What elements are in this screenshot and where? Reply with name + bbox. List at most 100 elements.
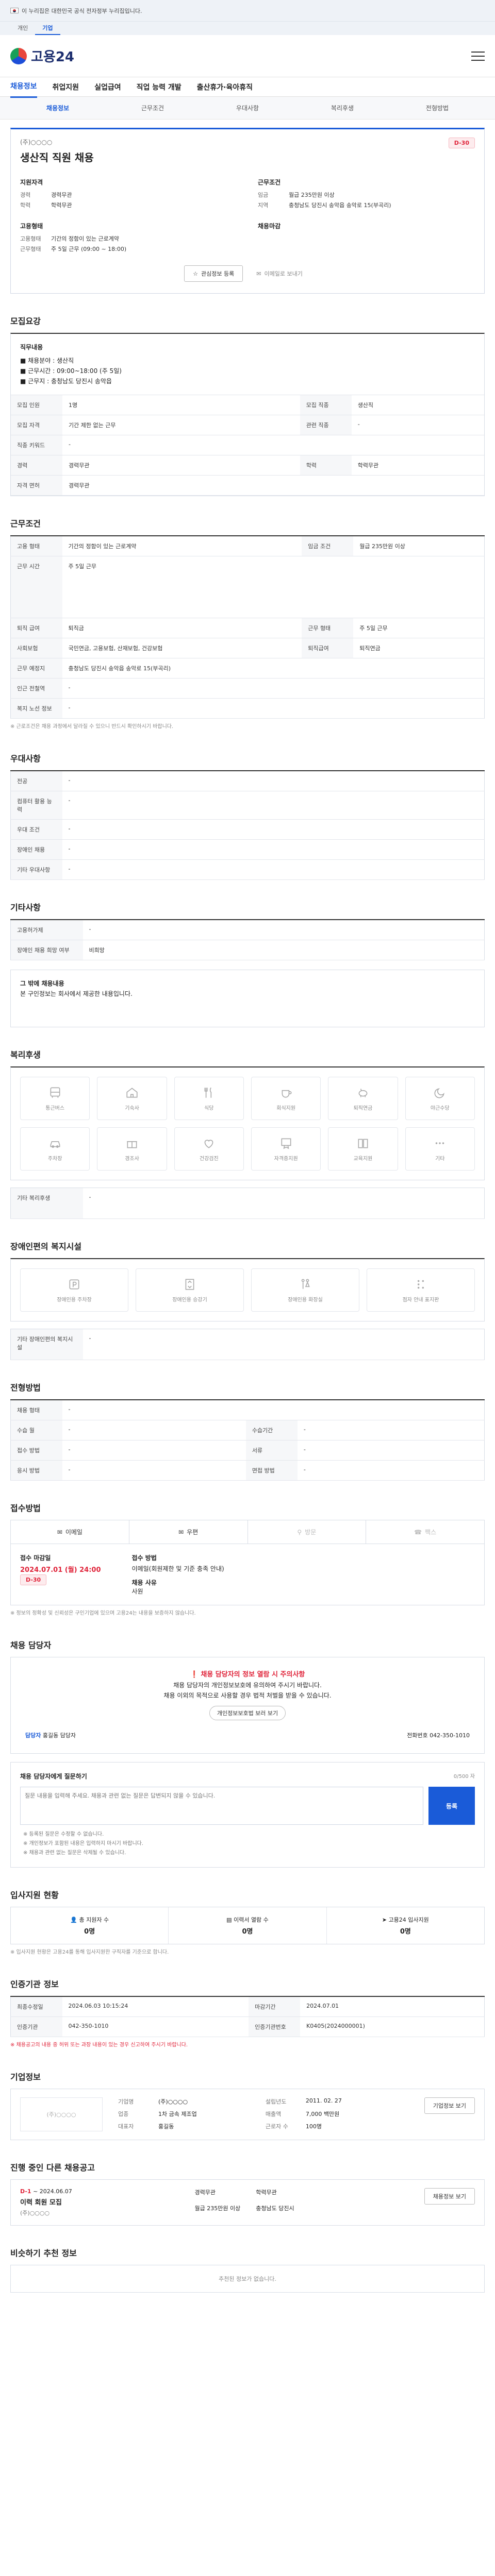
table-key: 면접 방법 bbox=[245, 1460, 298, 1481]
table-value: - bbox=[297, 1420, 485, 1440]
facility-label: 장애인용 주차장 bbox=[57, 1297, 92, 1303]
table-key: 인증기관 bbox=[10, 2016, 62, 2037]
other-job-meta: 경력무관 학력무관 월급 235만원 이상 충청남도 당진시 bbox=[195, 2188, 302, 2217]
apply-visit-tab[interactable]: ⚲ 방문 bbox=[248, 1520, 367, 1544]
stat-value: 0명 bbox=[242, 1928, 253, 1936]
section-title: 기타사항 bbox=[10, 903, 41, 912]
recruit-table: 모집 인원 1명 모집 직종 생산직 모집 자격 기간 제한 없는 근무 관련 직종 - 직… bbox=[11, 395, 484, 496]
gov-tab-personal[interactable]: 개인 bbox=[10, 22, 35, 35]
disabled-facility-grid: 장애인용 주차장 장애인용 승강기 장애인용 화장실 점자 안내 표지판 bbox=[11, 1259, 484, 1321]
house-icon bbox=[126, 1087, 138, 1097]
logo-text: 고용24 bbox=[31, 49, 75, 65]
other-job-button[interactable]: 채용정보 보기 bbox=[424, 2188, 475, 2205]
gov-banner: 이 누리집은 대한민국 공식 전자정부 누리집입니다. bbox=[0, 0, 495, 22]
share-button[interactable]: ✉ 이메일로 보내기 bbox=[248, 265, 311, 282]
scrap-button[interactable]: ☆ 관심정보 등록 bbox=[184, 265, 243, 282]
table-key: 관련 직종 bbox=[300, 415, 352, 435]
meta-item: 월급 235만원 이상 bbox=[194, 2205, 241, 2212]
preferences-section: 우대사항 전공 - 컴퓨터 활용 능력 - 우대 조건 - 장애인 채용 - 기타 우대… bbox=[0, 752, 495, 880]
other-job-card[interactable]: D-1 ~ 2024.06.07 이력 회원 모집 (주)○○○○ 경력무관 학… bbox=[10, 2179, 485, 2226]
corp-info-button[interactable]: 기업정보 보기 bbox=[424, 2097, 475, 2114]
stat-label: 총 지원자 수 bbox=[79, 1917, 109, 1923]
apply-dday-badge: D-30 bbox=[20, 1574, 47, 1585]
braille-icon bbox=[417, 1280, 424, 1289]
inquiry-input[interactable] bbox=[20, 1787, 423, 1825]
section-title: 진행 중인 다른 채용공고 bbox=[10, 2163, 95, 2173]
car-icon bbox=[50, 1141, 60, 1148]
contact-section: 채용 담당자 ❗ 채용 담당자의 정보 열람 시 주의사항 채용 담당자의 개인… bbox=[0, 1638, 495, 1868]
apply-note: ※ 정보의 정확성 및 신뢰성은 구인기업에 있으며 고용24는 내용을 보증하… bbox=[10, 1611, 196, 1616]
table-value: 경력무관 bbox=[62, 475, 484, 496]
welfare-label: 기숙사 bbox=[125, 1105, 139, 1111]
table-key: 모집 자격 bbox=[11, 415, 62, 435]
table-key: 자격 면허 bbox=[11, 475, 62, 496]
nav-parental-leave[interactable]: 출산휴가·육아휴직 bbox=[197, 77, 253, 97]
welfare-label: 회식지원 bbox=[276, 1105, 296, 1111]
section-title: 접수방법 bbox=[10, 1503, 41, 1513]
etc-note-text: 본 구인정보는 회사에서 제공한 내용입니다. bbox=[20, 990, 133, 997]
table-key: 전공 bbox=[10, 771, 62, 791]
section-title: 근무조건 bbox=[10, 519, 41, 529]
welfare-label: 건강검진 bbox=[199, 1156, 219, 1162]
other-jobs-section: 진행 중인 다른 채용공고 D-1 ~ 2024.06.07 이력 회원 모집 … bbox=[0, 2161, 495, 2226]
contact-desc: 채용 담당자의 개인정보보호에 유의하여 주시기 바랍니다. bbox=[173, 1682, 322, 1689]
welfare-item: 기타 bbox=[405, 1127, 475, 1171]
welfare-item: 식당 bbox=[174, 1077, 244, 1120]
facility-label: 점자 안내 표지판 bbox=[402, 1297, 439, 1303]
notice-section: 인증기관 정보 최종수정일 2024.06.03 10:15:24 마감기간 2024… bbox=[0, 1977, 495, 2049]
section-title: 장애인편의 복지시설 bbox=[10, 1242, 82, 1251]
meal-icon bbox=[204, 1087, 212, 1098]
table-key: 고용 형태 bbox=[10, 536, 62, 556]
table-key: 근무 시간 bbox=[10, 556, 62, 618]
deadline-label: 접수 마감일 bbox=[20, 1554, 51, 1562]
send-icon: ➤ bbox=[382, 1917, 387, 1923]
facility-item: 점자 안내 표지판 bbox=[367, 1268, 475, 1312]
table-value: 기간 제한 없는 근무 bbox=[62, 415, 300, 435]
method-value: 이메일(회원제한 및 기준 충족 안내) bbox=[131, 1565, 224, 1572]
table-value: 퇴직금 bbox=[62, 618, 302, 638]
contact-desc: 채용 이외의 목적으로 사용할 경우 법적 처벌을 받을 수 있습니다. bbox=[163, 1692, 332, 1699]
table-value: - bbox=[82, 920, 485, 940]
recommend-empty: 추천된 정보가 없습니다. bbox=[10, 2265, 485, 2293]
other-date: ~ 2024.06.07 bbox=[33, 2188, 72, 2195]
section-tabs: 채용정보 근무조건 우대사항 복리후생 전형방법 bbox=[0, 97, 495, 120]
section-title: 우대사항 bbox=[10, 754, 41, 764]
piggy-icon bbox=[358, 1088, 368, 1097]
table-value: 주 5일 근무 bbox=[62, 556, 485, 618]
welfare-label: 경조사 bbox=[125, 1156, 139, 1162]
tab-welfare[interactable]: 복리후생 bbox=[295, 104, 390, 112]
apply-post-tab[interactable]: ✉ 우편 bbox=[129, 1520, 248, 1544]
table-key: 채용 형태 bbox=[10, 1400, 62, 1420]
nav-employment-support[interactable]: 취업지원 bbox=[53, 77, 79, 97]
tab-conditions[interactable]: 근무조건 bbox=[105, 104, 200, 112]
privacy-law-button[interactable]: 개인정보보호법 보러 보기 bbox=[209, 1706, 286, 1720]
gov-tab-company[interactable]: 기업 bbox=[35, 22, 60, 35]
section-title: 기업정보 bbox=[10, 2072, 41, 2082]
inquiry-submit-button[interactable]: 등록 bbox=[428, 1787, 475, 1825]
table-value: - bbox=[62, 1400, 485, 1420]
apply-email-tab[interactable]: ✉ 이메일 bbox=[11, 1520, 129, 1544]
tab-preferences[interactable]: 우대사항 bbox=[200, 104, 295, 112]
kv-value: 월급 235만원 이상 bbox=[289, 192, 335, 198]
site-logo[interactable]: 고용24 bbox=[10, 46, 74, 65]
apply-fax-tab[interactable]: ☎ 팩스 bbox=[366, 1520, 484, 1544]
table-key: 서류 bbox=[245, 1440, 298, 1461]
corp-value: 7,000 백만원 bbox=[305, 2111, 340, 2117]
nav-jobs[interactable]: 채용정보 bbox=[10, 76, 37, 98]
kv-value: 기간의 정함이 있는 근로계약 bbox=[51, 235, 119, 242]
apply-method-tabs: ✉ 이메일 ✉ 우편 ⚲ 방문 ☎ 팩스 bbox=[10, 1520, 485, 1544]
moon-icon bbox=[434, 1088, 445, 1098]
tab-recruit[interactable]: 채용정보 bbox=[10, 104, 105, 112]
site-header: 고용24 bbox=[0, 35, 495, 77]
nav-unemployment-benefit[interactable]: 실업급여 bbox=[94, 77, 121, 97]
welfare-grid: 통근버스 기숙사 식당 회식지원 퇴직연금 야근수당 주차장 경조사 건강검진 … bbox=[11, 1067, 484, 1180]
table-key: 컴퓨터 활용 능력 bbox=[10, 791, 62, 820]
elevator-icon bbox=[185, 1278, 194, 1290]
tab-process[interactable]: 전형방법 bbox=[390, 104, 485, 112]
bus-icon bbox=[50, 1087, 60, 1098]
menu-icon[interactable] bbox=[471, 51, 485, 61]
nav-skill-development[interactable]: 직업 능력 개발 bbox=[137, 77, 182, 97]
facility-label: 장애인용 승강기 bbox=[172, 1297, 207, 1303]
table-key: 학력 bbox=[300, 455, 352, 476]
other-job-title: 이력 회원 모집 bbox=[20, 2199, 62, 2207]
